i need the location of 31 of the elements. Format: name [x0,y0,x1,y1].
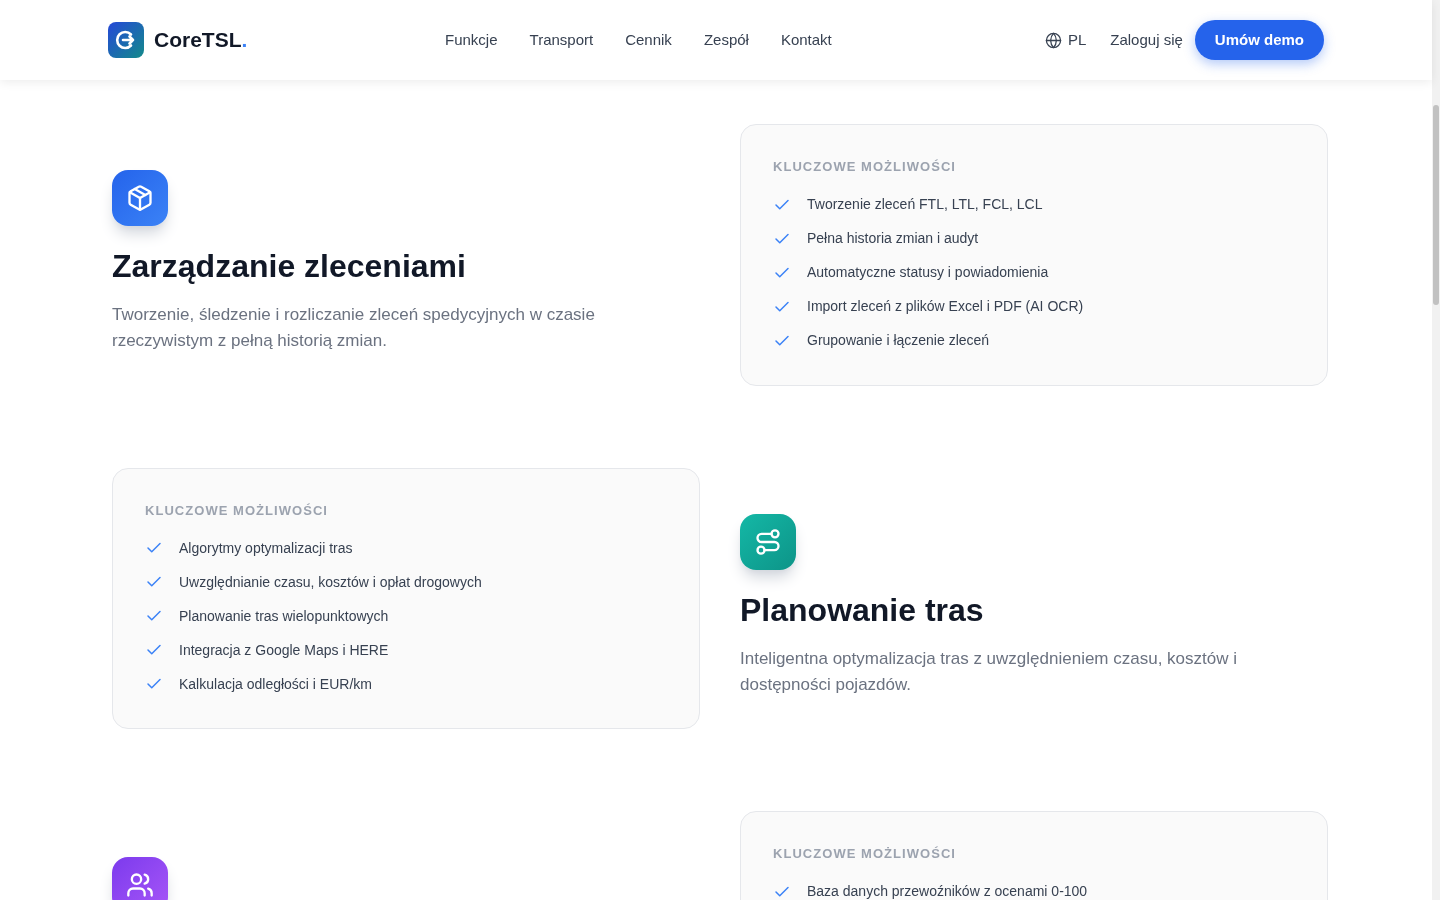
capability-text: Grupowanie i łączenie zleceń [807,331,990,350]
globe-icon [1044,31,1062,49]
box-icon [112,170,168,226]
capability-text: Kalkulacja odległości i EUR/km [179,674,372,694]
capability-text: Automatyczne statusy i powiadomienia [807,263,1049,282]
capability-text: Uwzględnianie czasu, kosztów i opłat drogowych [179,572,482,592]
feature-title: Zarządzanie zleceniami [112,247,466,286]
feature-description: Inteligentna optymalizacja tras z uwzględnieniem czasu, kosztów i dostępności pojazdów. [740,647,1239,696]
capability-text: Pełna historia zmian i audyt [807,229,979,248]
logo-icon [108,22,144,58]
capability-text: Integracja z Google Maps i HERE [179,640,389,660]
demo-button[interactable]: Umów demo [1194,20,1324,60]
capability-text: Import zleceń z plików Excel i PDF (AI OCR) [807,297,1084,316]
capability-text: Planowanie tras wielopunktowych [179,606,389,626]
nav-link[interactable]: Transport [529,28,594,52]
route-icon [740,513,796,570]
brand-name: CoreTSL. [154,27,248,54]
feature-title: Planowanie tras [740,590,984,630]
card-heading: KLUCZOWE MOŻLIWOŚCI [773,158,956,176]
nav-link[interactable]: Cennik [625,28,672,52]
capability-text: Tworzenie zleceń FTL, LTL, FCL, LCL [807,195,1043,214]
card-heading: KLUCZOWE MOŻLIWOŚCI [773,845,956,863]
feature-description: Tworzenie, śledzenie i rozliczanie zleceń spedycyjnych w czasie rzeczywistym z pełną historią zmian. [112,304,596,352]
login-link[interactable]: Zaloguj się [1110,28,1183,52]
nav-link[interactable]: Zespół [703,28,749,52]
capability-text: Baza danych przewoźników z ocenami 0-100 [807,882,1088,900]
capability-text: Algorytmy optymalizacji tras [179,538,353,558]
card-heading: KLUCZOWE MOŻLIWOŚCI [145,501,328,520]
nav-link[interactable]: Funkcje [445,28,498,52]
language-button[interactable]: PL [1044,28,1087,52]
nav-link[interactable]: Kontakt [780,28,832,52]
